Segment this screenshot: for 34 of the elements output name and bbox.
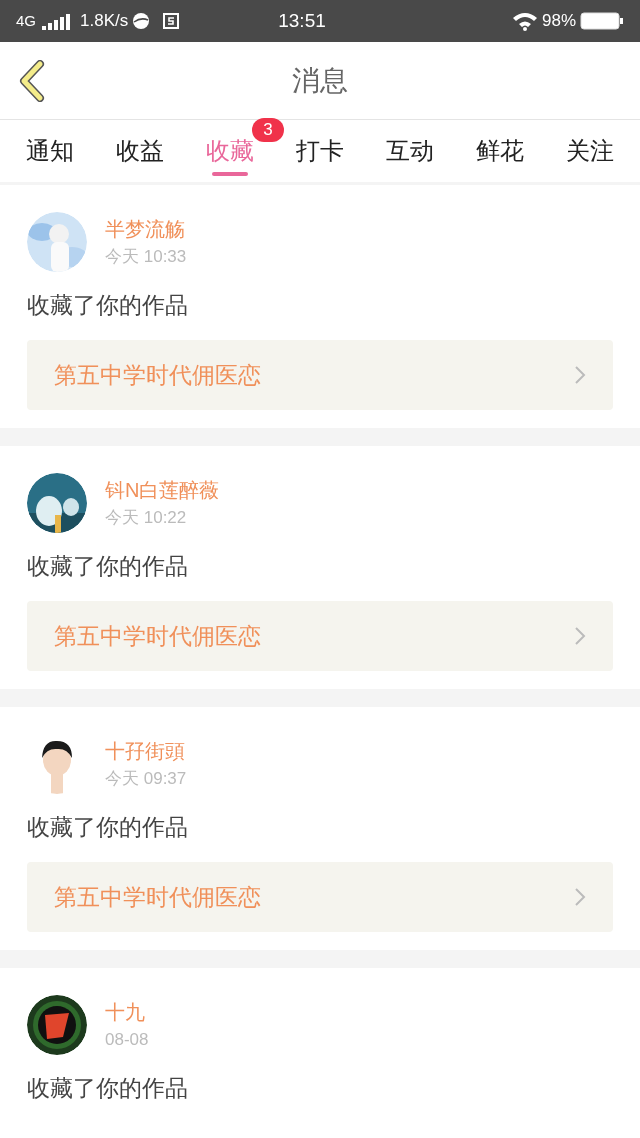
clock: 13:51 xyxy=(278,8,326,33)
back-icon xyxy=(18,59,46,102)
chevron-right-icon xyxy=(574,365,586,385)
tab[interactable]: 鲜花 xyxy=(476,126,524,176)
tab[interactable]: 打卡 xyxy=(296,126,344,176)
page-title: 消息 xyxy=(292,63,348,98)
globe-icon xyxy=(132,12,151,30)
network-label: 4G xyxy=(16,10,36,31)
battery-icon xyxy=(580,11,624,31)
network-speed: 1.8K/s xyxy=(80,10,129,33)
user-name: 钭N白莲醉薇 xyxy=(105,477,220,503)
tab-underline xyxy=(212,172,248,176)
wifi-icon xyxy=(511,11,538,31)
message-text: 收藏了你的作品 xyxy=(27,1074,189,1103)
user-name: 十孖街頭 xyxy=(105,738,186,764)
chevron-right-icon xyxy=(574,887,586,907)
unread-count: 3 xyxy=(252,118,284,142)
battery-percent: 98% xyxy=(541,10,576,33)
tab[interactable]: 通知 xyxy=(26,126,74,176)
message-time: 08-08 xyxy=(105,1028,149,1051)
message-time: 今天 10:22 xyxy=(105,506,188,529)
message-text: 收藏了你的作品 xyxy=(27,813,189,842)
message-text: 收藏了你的作品 xyxy=(27,552,189,581)
sim-icon xyxy=(162,12,181,30)
chevron-right-icon xyxy=(574,626,586,646)
tab[interactable]: 互动 xyxy=(386,126,434,176)
tab[interactable]: 收益 xyxy=(116,126,164,176)
message-time: 今天 09:37 xyxy=(105,767,187,790)
signal-icon xyxy=(40,12,72,30)
tab[interactable]: 关注 xyxy=(566,126,614,176)
user-name: 十九 xyxy=(105,999,146,1025)
user-name: 半梦流觞 xyxy=(105,216,186,242)
message-time: 今天 10:33 xyxy=(105,245,187,268)
message-text: 收藏了你的作品 xyxy=(27,291,189,320)
